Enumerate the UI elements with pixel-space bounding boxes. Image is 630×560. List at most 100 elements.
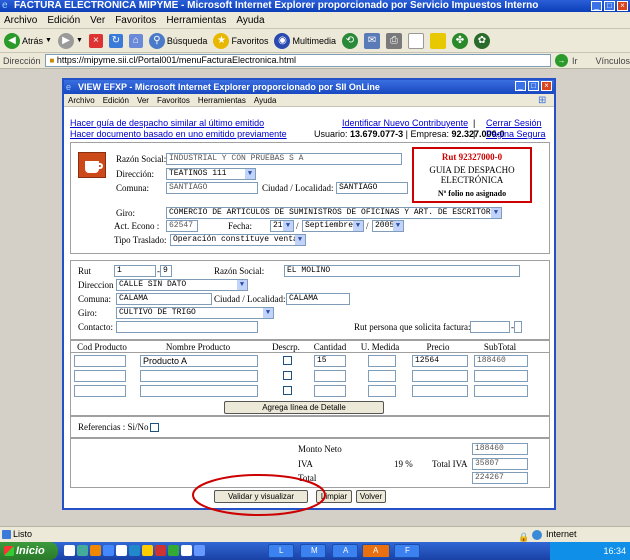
- nombre-field-row3[interactable]: [140, 385, 258, 397]
- add-line-button[interactable]: Agrega línea de Detalle: [224, 401, 384, 414]
- popup-minimize-icon[interactable]: _: [515, 81, 526, 91]
- total-iva-field[interactable]: 35807: [472, 458, 528, 470]
- medida-field-row2[interactable]: [368, 370, 396, 382]
- descrp-checkbox-row3[interactable]: [283, 386, 292, 395]
- quicklaunch-icon-10[interactable]: [181, 545, 192, 556]
- subtotal-field-row1[interactable]: 188460: [474, 355, 528, 367]
- minimize-icon[interactable]: _: [591, 1, 602, 11]
- comuna-field[interactable]: SANTIAGO: [166, 182, 258, 194]
- quicklaunch-icon-7[interactable]: [142, 545, 153, 556]
- ciudad-field[interactable]: SANTIAGO: [336, 182, 408, 194]
- quicklaunch-icon-8[interactable]: [155, 545, 166, 556]
- quicklaunch-icon-1[interactable]: [64, 545, 75, 556]
- menu-ver[interactable]: Ver: [90, 15, 105, 26]
- rut-solicita-dv-field[interactable]: [514, 321, 522, 333]
- popup-menu-edicion[interactable]: Edición: [103, 96, 129, 105]
- popup-menu-favoritos[interactable]: Favoritos: [157, 96, 190, 105]
- contacto-field[interactable]: [116, 321, 258, 333]
- go-button[interactable]: Ir: [572, 56, 578, 66]
- messenger-icon[interactable]: [429, 32, 446, 49]
- quicklaunch-icon-6[interactable]: [129, 545, 140, 556]
- task-item-4[interactable]: A: [362, 544, 390, 558]
- address-input[interactable]: ■ https://mipyme.sii.cl/Portal001/menuFa…: [44, 54, 552, 67]
- menu-archivo[interactable]: Archivo: [4, 15, 37, 26]
- anio-select[interactable]: 2005 ▼: [372, 220, 404, 232]
- history-icon[interactable]: ⟲: [341, 32, 358, 49]
- close-icon[interactable]: ×: [617, 1, 628, 11]
- cantidad-field-row2[interactable]: [314, 370, 346, 382]
- ciudad-receptor-field[interactable]: CALAMA: [286, 293, 350, 305]
- quicklaunch-icon-9[interactable]: [168, 545, 179, 556]
- quicklaunch-icon-11[interactable]: [194, 545, 205, 556]
- cod-field-row1[interactable]: [74, 355, 126, 367]
- link-based-previous[interactable]: Hacer documento basado en uno emitido pr…: [70, 129, 287, 139]
- volver-button[interactable]: Volver: [356, 490, 386, 503]
- direccion-receptor-select[interactable]: CALLE SIN DATO ▼: [116, 279, 248, 291]
- stop-icon[interactable]: ×: [88, 33, 103, 48]
- rut-field[interactable]: 1: [114, 265, 156, 277]
- menu-edicion[interactable]: Edición: [47, 15, 80, 26]
- traslado-select[interactable]: Operación constituye venta ▼: [170, 234, 306, 246]
- quicklaunch-icon-4[interactable]: [103, 545, 114, 556]
- total-field[interactable]: 224267: [472, 472, 528, 484]
- precio-field-row1[interactable]: 12564: [412, 355, 468, 367]
- menu-favoritos[interactable]: Favoritos: [115, 15, 156, 26]
- link-identify-contributor[interactable]: Identificar Nuevo Contribuyente: [342, 118, 468, 128]
- referencias-checkbox[interactable]: [150, 423, 159, 432]
- link-safe-page[interactable]: Página Segura: [486, 129, 546, 139]
- favorites-button[interactable]: ★ Favoritos: [213, 32, 268, 49]
- clover-icon[interactable]: ✤: [451, 32, 468, 49]
- mail-icon[interactable]: ✉: [363, 32, 380, 49]
- cantidad-field-row1[interactable]: 15: [314, 355, 346, 367]
- nombre-field-row2[interactable]: [140, 370, 258, 382]
- descrp-checkbox-row2[interactable]: [283, 371, 292, 380]
- popup-menu-herramientas[interactable]: Herramientas: [198, 96, 246, 105]
- link-close-session[interactable]: Cerrar Sesión: [486, 118, 542, 128]
- task-item-3[interactable]: A: [332, 544, 358, 558]
- link-similar[interactable]: Hacer guía de despacho similar al último…: [70, 118, 264, 128]
- plugin-icon[interactable]: ✿: [473, 32, 490, 49]
- popup-close-icon[interactable]: ×: [541, 81, 552, 91]
- direccion-select[interactable]: TEATINOS 111 ▼: [166, 168, 256, 180]
- edit-icon[interactable]: [407, 32, 424, 49]
- go-icon[interactable]: →: [555, 54, 568, 67]
- print-icon[interactable]: ⎙: [385, 32, 402, 49]
- acteco-field[interactable]: 62547: [166, 220, 198, 232]
- menu-herramientas[interactable]: Herramientas: [166, 15, 226, 26]
- cod-field-row2[interactable]: [74, 370, 126, 382]
- nombre-field-row1[interactable]: Producto A: [140, 355, 258, 367]
- forward-button[interactable]: ▶ ▼: [57, 32, 83, 49]
- subtotal-field-row3[interactable]: [474, 385, 528, 397]
- razon-social-field[interactable]: INDUSTRIAL Y CON PRUEBAS S A: [166, 153, 402, 165]
- task-item-1[interactable]: L: [268, 544, 294, 558]
- giro-receptor-select[interactable]: CULTIVO DE TRIGO ▼: [116, 307, 274, 319]
- quicklaunch-icon-3[interactable]: [90, 545, 101, 556]
- multimedia-button[interactable]: ◉ Multimedia: [274, 32, 336, 49]
- medida-field-row3[interactable]: [368, 385, 396, 397]
- links-label[interactable]: Vínculos: [595, 56, 630, 66]
- popup-menu-archivo[interactable]: Archivo: [68, 96, 95, 105]
- rut-solicita-field[interactable]: [470, 321, 510, 333]
- quicklaunch-icon-2[interactable]: [77, 545, 88, 556]
- mes-select[interactable]: Septiembre ▼: [302, 220, 364, 232]
- dv-field[interactable]: 9: [160, 265, 172, 277]
- maximize-icon[interactable]: □: [604, 1, 615, 11]
- giro-select[interactable]: COMERCIO DE ARTICULOS DE SUMINISTROS DE …: [166, 207, 502, 219]
- back-button[interactable]: ◀ Atrás ▼: [4, 32, 52, 49]
- medida-field-row1[interactable]: [368, 355, 396, 367]
- monto-neto-field[interactable]: 188460: [472, 443, 528, 455]
- cantidad-field-row3[interactable]: [314, 385, 346, 397]
- home-icon[interactable]: ⌂: [128, 33, 143, 48]
- start-button[interactable]: Inicio: [0, 542, 58, 560]
- quicklaunch-icon-5[interactable]: [116, 545, 127, 556]
- search-button[interactable]: ⚲ Búsqueda: [148, 32, 207, 49]
- precio-field-row2[interactable]: [412, 370, 468, 382]
- refresh-icon[interactable]: ↻: [108, 33, 123, 48]
- razon-receptor-field[interactable]: EL MOLINO: [284, 265, 520, 277]
- popup-maximize-icon[interactable]: □: [528, 81, 539, 91]
- dia-select[interactable]: 21 ▼: [270, 220, 294, 232]
- task-item-5[interactable]: F: [394, 544, 420, 558]
- cod-field-row3[interactable]: [74, 385, 126, 397]
- menu-ayuda[interactable]: Ayuda: [236, 15, 264, 26]
- popup-menu-ayuda[interactable]: Ayuda: [254, 96, 277, 105]
